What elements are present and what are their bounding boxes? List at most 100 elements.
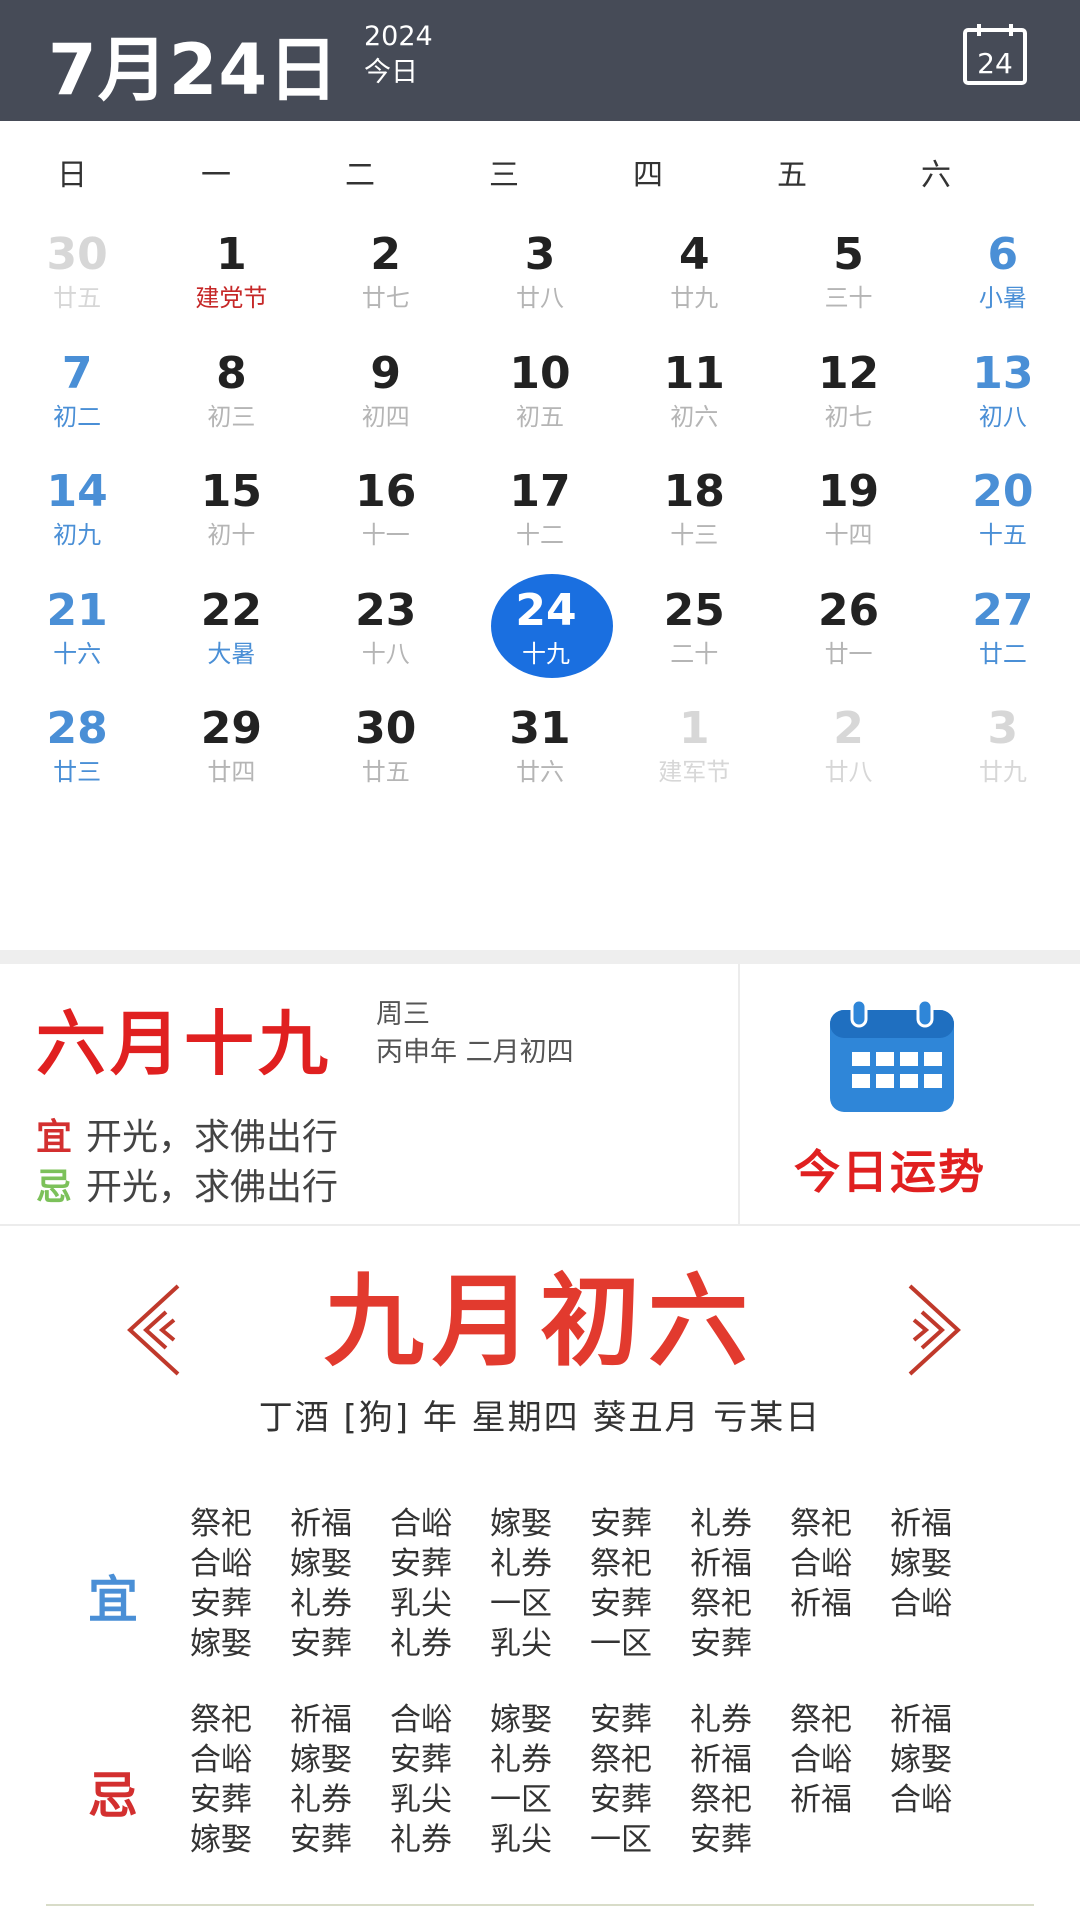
day-lunar-label: 十九 bbox=[522, 639, 570, 668]
day-number: 16 bbox=[355, 466, 417, 517]
day-cell[interactable]: 28 廿三 bbox=[5, 700, 149, 810]
almanac-word: 祭祀 bbox=[590, 1546, 652, 1582]
day-number: 1 bbox=[216, 229, 247, 280]
day-cell[interactable]: 17 十二 bbox=[468, 463, 612, 573]
day-number: 29 bbox=[200, 703, 263, 754]
day-number: 21 bbox=[46, 584, 108, 636]
day-cell[interactable]: 12 初七 bbox=[777, 345, 921, 455]
almanac-word: 祭祀 bbox=[590, 1742, 652, 1778]
weekday-label: 二 bbox=[345, 158, 375, 193]
day-cell[interactable]: 2 廿七 bbox=[314, 226, 458, 336]
day-cell[interactable]: 7 初二 bbox=[5, 345, 149, 455]
almanac-word: 祭祀 bbox=[790, 1506, 852, 1542]
day-cell[interactable]: 6 小暑 bbox=[931, 226, 1075, 336]
day-cell[interactable]: 30 廿五 bbox=[5, 226, 149, 336]
day-number: 18 bbox=[663, 466, 725, 517]
almanac-word: 礼券 bbox=[490, 1742, 552, 1778]
day-lunar-label: 廿一 bbox=[824, 639, 873, 668]
day-cell[interactable]: 11 初六 bbox=[622, 345, 766, 455]
day-cell[interactable]: 21 十六 bbox=[5, 582, 149, 692]
day-lunar-label: 廿八 bbox=[516, 284, 564, 312]
day-cell[interactable]: 23 十八 bbox=[314, 582, 458, 692]
almanac-word: 祈福 bbox=[890, 1702, 952, 1738]
day-cell[interactable]: 3 廿九 bbox=[931, 700, 1075, 810]
day-number: 3 bbox=[524, 229, 556, 280]
almanac-word: 祭祀 bbox=[190, 1702, 252, 1738]
day-number: 7 bbox=[61, 347, 93, 399]
day-number: 30 bbox=[46, 229, 108, 280]
calendar-day-text: 24 bbox=[977, 47, 1013, 80]
day-number: 30 bbox=[355, 703, 417, 754]
avoid-row: 忌开光，求佛出行 bbox=[36, 1158, 338, 1210]
day-cell[interactable]: 29 廿四 bbox=[159, 700, 303, 810]
almanac-word: 祈福 bbox=[790, 1782, 852, 1818]
almanac-word: 嫁娶 bbox=[490, 1506, 552, 1542]
day-cell[interactable]: 27 廿二 bbox=[931, 582, 1075, 692]
day-number: 31 bbox=[509, 703, 571, 754]
almanac-word: 一区 bbox=[490, 1586, 552, 1622]
day-cell[interactable]: 25 二十 bbox=[622, 582, 766, 692]
day-lunar-label: 廿二 bbox=[978, 639, 1027, 668]
day-number: 12 bbox=[817, 347, 880, 399]
weekday-label: 六 bbox=[921, 158, 951, 193]
day-cell[interactable]: 14 初九 bbox=[5, 463, 149, 573]
day-cell[interactable]: 2 廿八 bbox=[777, 700, 921, 810]
day-cell[interactable]: 15 初十 bbox=[159, 463, 303, 573]
day-lunar-label: 十三 bbox=[670, 521, 719, 549]
calendar-today-icon[interactable]: 24 bbox=[962, 22, 1028, 86]
day-number: 23 bbox=[355, 584, 417, 636]
day-cell[interactable]: 20 十五 bbox=[931, 463, 1075, 573]
day-cell[interactable]: 31 廿六 bbox=[468, 700, 612, 810]
day-cell[interactable]: 9 初四 bbox=[314, 345, 458, 455]
day-number: 22 bbox=[200, 584, 263, 636]
day-cell[interactable]: 4 廿九 bbox=[622, 226, 766, 336]
day-number: 1 bbox=[678, 703, 710, 754]
almanac-word: 一区 bbox=[490, 1782, 552, 1818]
almanac-word: 安葬 bbox=[590, 1586, 652, 1622]
day-lunar-label: 十六 bbox=[53, 639, 102, 668]
almanac-word: 安葬 bbox=[190, 1782, 252, 1818]
almanac-word: 祈福 bbox=[890, 1506, 952, 1542]
day-lunar-label: 大暑 bbox=[207, 639, 256, 668]
day-cell-selected[interactable]: 24 十九 bbox=[468, 573, 613, 692]
day-cell[interactable]: 3 廿八 bbox=[468, 226, 612, 336]
day-lunar-label: 初七 bbox=[824, 402, 873, 431]
day-cell[interactable]: 26 廿一 bbox=[777, 582, 921, 692]
almanac-word: 安葬 bbox=[190, 1586, 252, 1622]
daily-fortune-button[interactable]: 今日运势 bbox=[740, 964, 1080, 1224]
day-cell[interactable]: 16 十一 bbox=[314, 463, 458, 573]
almanac-word: 礼券 bbox=[290, 1782, 352, 1818]
day-cell[interactable]: 8 初三 bbox=[159, 345, 303, 455]
day-number: 26 bbox=[817, 584, 880, 636]
section-divider bbox=[0, 1224, 1080, 1226]
almanac-avoid-tag: 忌 bbox=[88, 1767, 138, 1825]
almanac-word: 合峪 bbox=[390, 1506, 452, 1542]
almanac-word: 礼券 bbox=[490, 1546, 552, 1582]
almanac-word: 安葬 bbox=[290, 1626, 352, 1662]
almanac-word: 乳尖 bbox=[390, 1782, 452, 1818]
almanac-word: 礼券 bbox=[290, 1586, 352, 1622]
day-cell[interactable]: 18 十三 bbox=[622, 463, 766, 573]
weekday-label: 五 bbox=[777, 158, 807, 193]
daily-fortune-label: 今日运势 bbox=[794, 1145, 986, 1199]
day-cell[interactable]: 10 初五 bbox=[468, 345, 612, 455]
day-number: 10 bbox=[509, 347, 571, 399]
calendar-icon bbox=[830, 1000, 954, 1112]
almanac-word: 嫁娶 bbox=[290, 1742, 352, 1778]
day-cell[interactable]: 13 初八 bbox=[931, 345, 1075, 455]
almanac-word: 嫁娶 bbox=[890, 1546, 952, 1582]
day-cell[interactable]: 1 建军节 bbox=[622, 700, 766, 810]
day-cell[interactable]: 1 建党节 bbox=[159, 226, 303, 336]
almanac-word: 合峪 bbox=[890, 1782, 952, 1818]
day-cell[interactable]: 30 廿五 bbox=[314, 700, 458, 810]
day-cell[interactable]: 5 三十 bbox=[777, 226, 921, 336]
current-date[interactable]: 7月24日 bbox=[48, 14, 339, 115]
almanac-word: 安葬 bbox=[690, 1822, 752, 1858]
right-ornament-icon bbox=[908, 1284, 961, 1376]
almanac-word: 祈福 bbox=[290, 1702, 352, 1738]
day-lunar-label: 二十 bbox=[670, 639, 719, 668]
current-year: 2024 bbox=[364, 21, 433, 52]
day-cell[interactable]: 22 大暑 bbox=[159, 582, 303, 692]
day-cell[interactable]: 19 十四 bbox=[777, 463, 921, 573]
day-number: 17 bbox=[509, 466, 571, 517]
